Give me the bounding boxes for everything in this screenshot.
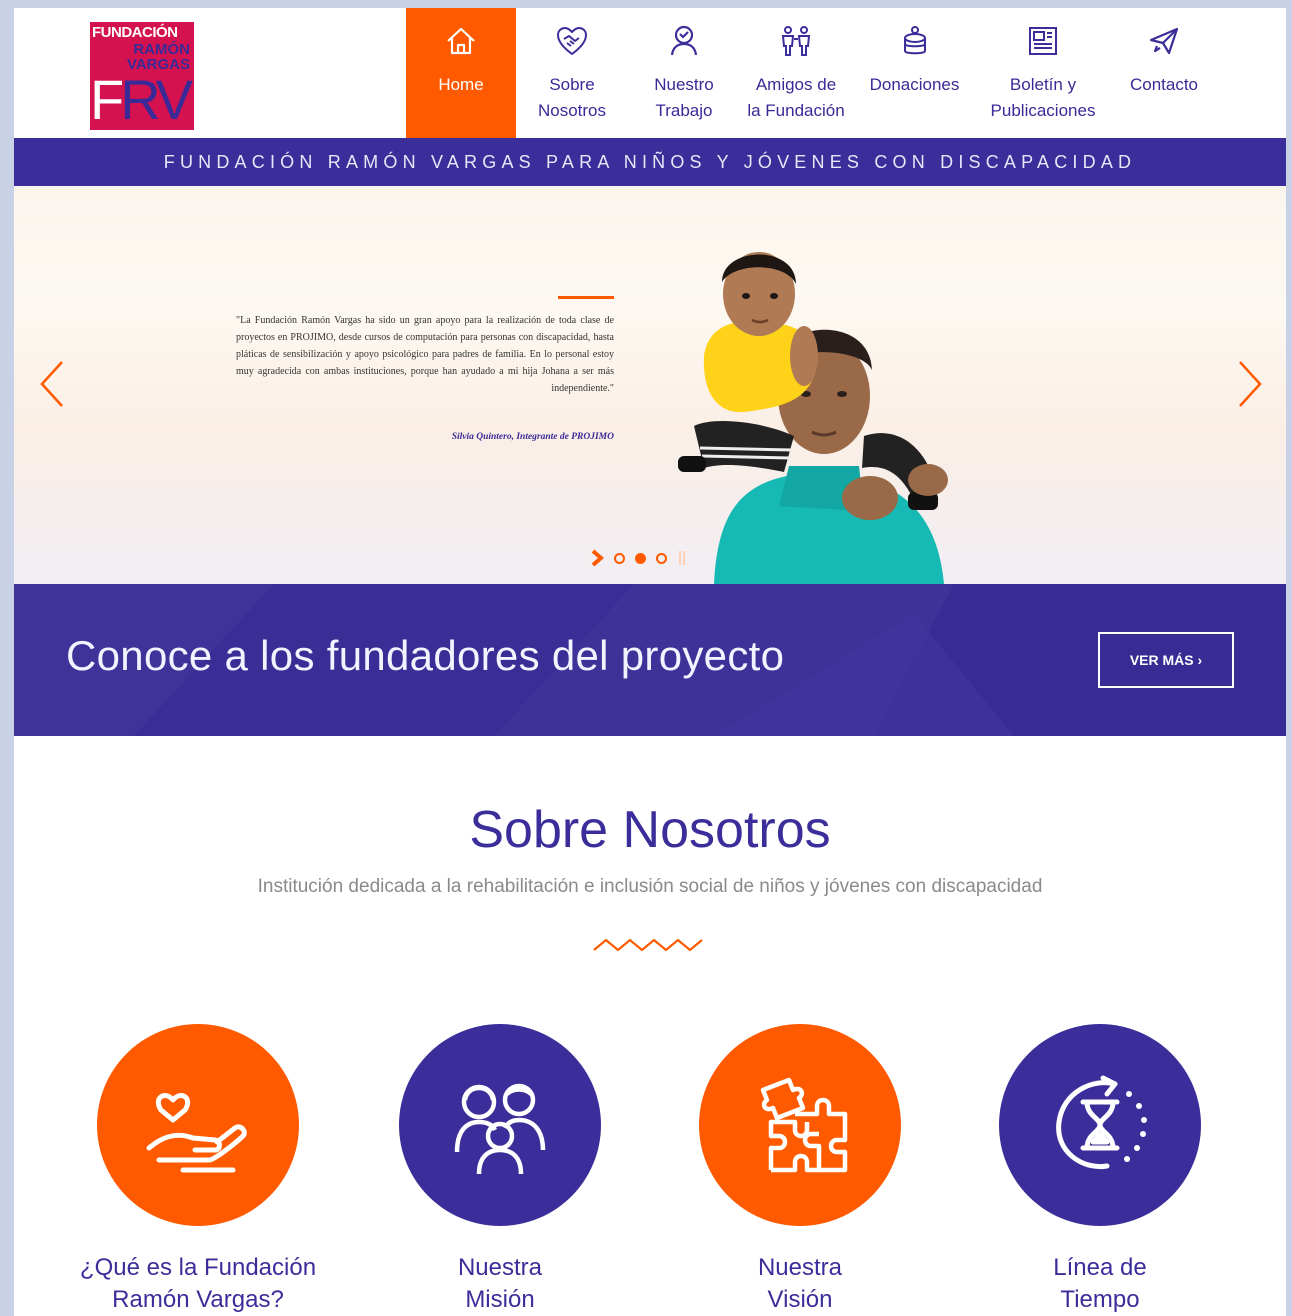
people-icon — [781, 26, 811, 56]
nav-label: Contacto — [1129, 75, 1199, 94]
card-que-es[interactable]: ¿Qué es la Fundación Ramón Vargas? — [48, 1024, 348, 1316]
paper-plane-icon — [1149, 27, 1179, 55]
nav-label: Home — [438, 75, 484, 94]
hero-slider: "La Fundación Ramón Vargas ha sido un gr… — [14, 186, 1286, 584]
card-linea-tiempo[interactable]: Línea de Tiempo — [950, 1024, 1250, 1316]
slide-photo — [678, 252, 948, 584]
site-header: FUNDACIÓN RAMÓN VARGAS FRV Home Sobre No… — [14, 8, 1286, 138]
section-subtitle: Institución dedicada a la rehabilitación… — [257, 876, 1043, 897]
section-title: Sobre Nosotros — [469, 801, 831, 859]
card-title: Nuestra Visión — [757, 1254, 843, 1313]
nav-label: Donaciones — [869, 75, 960, 94]
founders-title: Conoce a los fundadores del proyecto — [66, 632, 785, 679]
main-nav: Home Sobre Nosotros Nuestro Trabajo Amig… — [406, 8, 1219, 138]
heart-in-hand-icon — [146, 1093, 247, 1173]
nav-item-amigos[interactable]: Amigos de la Fundación — [740, 8, 852, 138]
logo-text-line1: FUNDACIÓN — [92, 24, 178, 41]
nav-item-boletin[interactable]: Boletín y Publicaciones — [977, 8, 1109, 138]
zigzag-divider — [593, 938, 703, 952]
slider-pagination — [590, 548, 687, 568]
card-vision[interactable]: Nuestra Visión — [650, 1024, 950, 1316]
nav-label: Amigos de la Fundación — [747, 75, 845, 120]
card-circle — [97, 1024, 299, 1226]
hourglass-icon — [1056, 1075, 1147, 1170]
founders-banner: Conoce a los fundadores del proyecto VER… — [14, 584, 1286, 736]
card-circle — [699, 1024, 901, 1226]
nav-item-home[interactable]: Home — [406, 8, 516, 138]
slider-dot[interactable] — [656, 552, 667, 564]
slider-play-icon[interactable] — [590, 549, 604, 567]
slider-dot[interactable] — [614, 552, 625, 564]
card-circle — [399, 1024, 601, 1226]
slider-pause-icon[interactable] — [677, 549, 687, 567]
nav-item-donaciones[interactable]: Donaciones — [852, 8, 977, 138]
testimonial-author: Silvia Quintero, Integrante de PROJIMO — [451, 432, 614, 442]
slider-dot[interactable] — [635, 552, 646, 564]
testimonial-quote: "La Fundación Ramón Vargas ha sido un gr… — [236, 315, 614, 394]
card-circle — [999, 1024, 1201, 1226]
nav-label: Sobre Nosotros — [537, 75, 607, 120]
newspaper-icon — [1029, 27, 1057, 55]
page: FUNDACIÓN RAMÓN VARGAS FRV Home Sobre No… — [14, 8, 1286, 1316]
slider-next-arrow[interactable] — [1232, 356, 1268, 412]
logo-mark-f: F — [90, 68, 124, 130]
card-title: Nuestra Misión — [457, 1254, 543, 1313]
puzzle-icon — [760, 1077, 848, 1173]
slider-prev-arrow[interactable] — [34, 356, 70, 412]
logo-mark: FRV — [90, 68, 193, 130]
nav-label: Boletín y Publicaciones — [990, 75, 1096, 120]
ver-mas-button[interactable]: VER MÁS › — [1098, 632, 1234, 688]
nav-label: Nuestro Trabajo — [654, 75, 714, 120]
site-logo[interactable]: FUNDACIÓN RAMÓN VARGAS FRV — [90, 22, 194, 130]
card-title: ¿Qué es la Fundación Ramón Vargas? — [79, 1254, 317, 1313]
tagline-bar: FUNDACIÓN RAMÓN VARGAS PARA NIÑOS Y JÓVE… — [14, 138, 1286, 186]
coins-icon — [903, 26, 926, 55]
heart-hands-icon — [557, 27, 587, 55]
card-title: Línea de Tiempo — [1053, 1254, 1147, 1313]
nav-item-sobre-nosotros[interactable]: Sobre Nosotros — [516, 8, 628, 138]
logo-mark-rv: RV — [120, 68, 193, 130]
person-icon — [670, 25, 698, 56]
nav-item-nuestro-trabajo[interactable]: Nuestro Trabajo — [628, 8, 740, 138]
quote-divider — [558, 296, 614, 299]
family-icon — [454, 1083, 546, 1175]
home-icon — [447, 27, 475, 55]
nav-item-contacto[interactable]: Contacto — [1109, 8, 1219, 138]
card-mision[interactable]: Nuestra Misión — [350, 1024, 650, 1316]
